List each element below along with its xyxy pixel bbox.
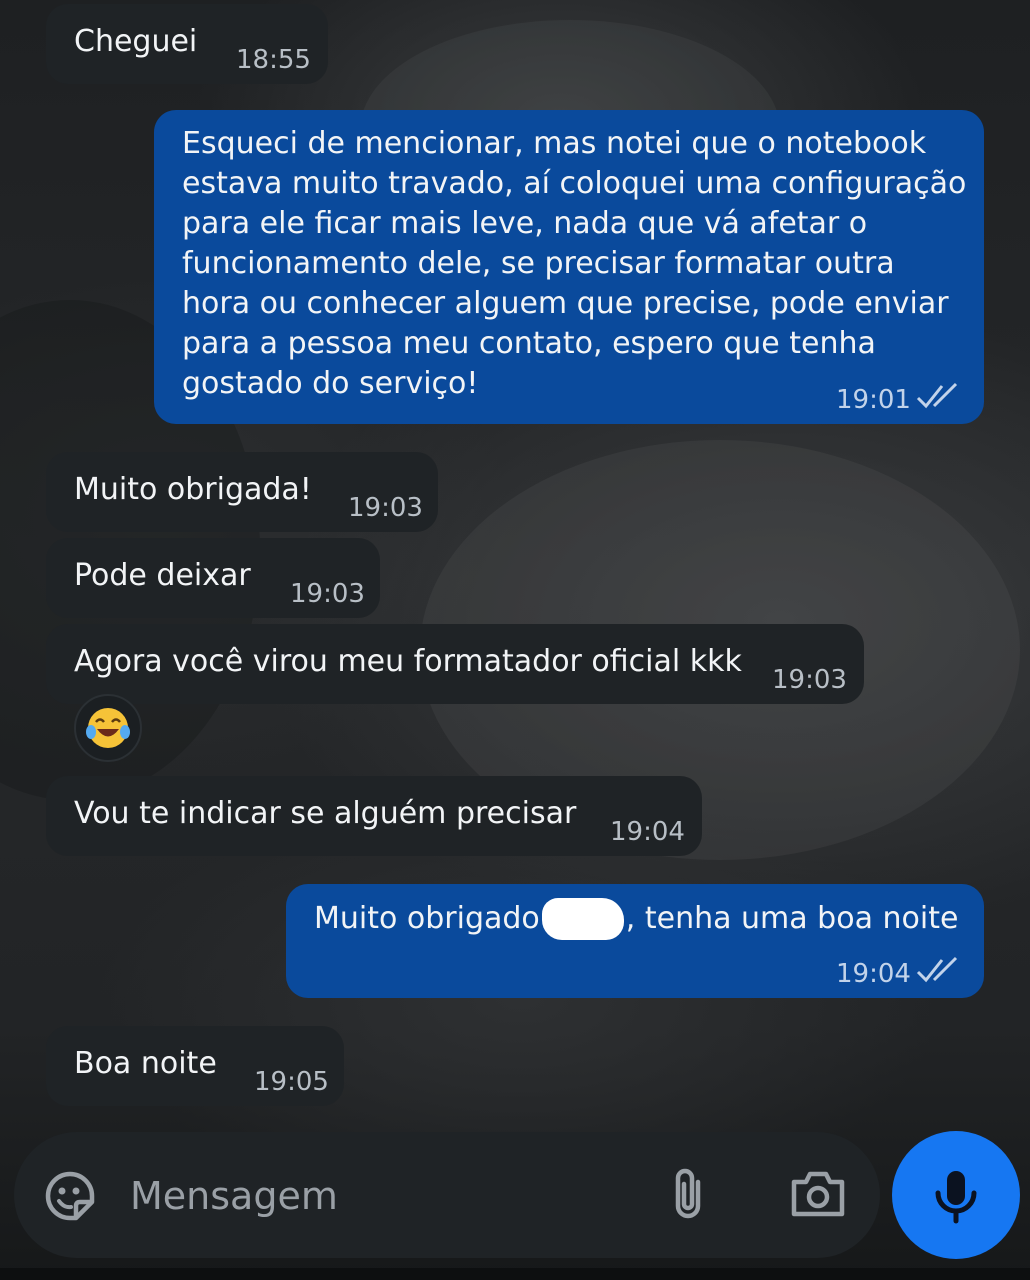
microphone-button[interactable] [892,1131,1020,1259]
camera-icon [791,1171,845,1217]
microphone-icon [935,1171,977,1224]
message-text: Agora você virou meu formatador oficial … [74,644,742,679]
message-bubble-incoming[interactable]: Boa noite 19:05 [46,1026,344,1106]
message-bubble-outgoing[interactable]: Muito obrigado , tenha uma boa noite 19:0… [286,884,984,998]
message-time: 19:04 [610,817,685,847]
message-text: Pode deixar [74,558,251,593]
message-text: Esqueci de mencionar, mas notei que o no… [182,126,967,401]
message-time: 19:01 [836,385,911,415]
message-text: Vou te indicar se alguém precisar [74,796,577,831]
message-composer [14,1132,880,1258]
message-bubble-incoming[interactable]: Agora você virou meu formatador oficial … [46,624,864,704]
message-time: 19:03 [772,665,847,695]
message-bubble-incoming[interactable]: Cheguei 18:55 [46,4,328,84]
sticker-button[interactable] [40,1166,100,1226]
redacted-name [541,898,624,940]
message-time: 19:05 [254,1067,329,1097]
message-text-part: , tenha uma boa noite [625,901,959,936]
message-bubble-incoming[interactable]: Vou te indicar se alguém precisar 19:04 [46,776,702,856]
camera-button[interactable] [788,1166,848,1222]
message-bubble-outgoing[interactable]: Esqueci de mencionar, mas notei que o no… [154,110,984,424]
message-text: Boa noite [74,1046,217,1081]
message-text-part: Muito obrigado [314,901,540,936]
sticker-icon [45,1171,95,1221]
navigation-bar-edge [0,1268,1030,1280]
message-time: 19:04 [836,959,911,989]
attach-icon [675,1168,701,1219]
message-time: 19:03 [348,493,423,523]
attach-button[interactable] [664,1164,712,1226]
message-text: Muito obrigada! [74,472,312,507]
message-bubble-incoming[interactable]: Pode deixar 19:03 [46,538,380,618]
message-text: Cheguei [74,24,198,59]
message-time: 19:03 [290,579,365,609]
message-input[interactable] [128,1160,632,1232]
double-check-icon [916,382,958,409]
message-text: Muito obrigado , tenha uma boa noite [314,898,958,940]
message-time: 18:55 [236,45,311,75]
double-check-icon [916,956,958,983]
message-reaction[interactable] [74,694,142,762]
laughing-emoji-icon [86,708,130,748]
message-bubble-incoming[interactable]: Muito obrigada! 19:03 [46,452,438,532]
